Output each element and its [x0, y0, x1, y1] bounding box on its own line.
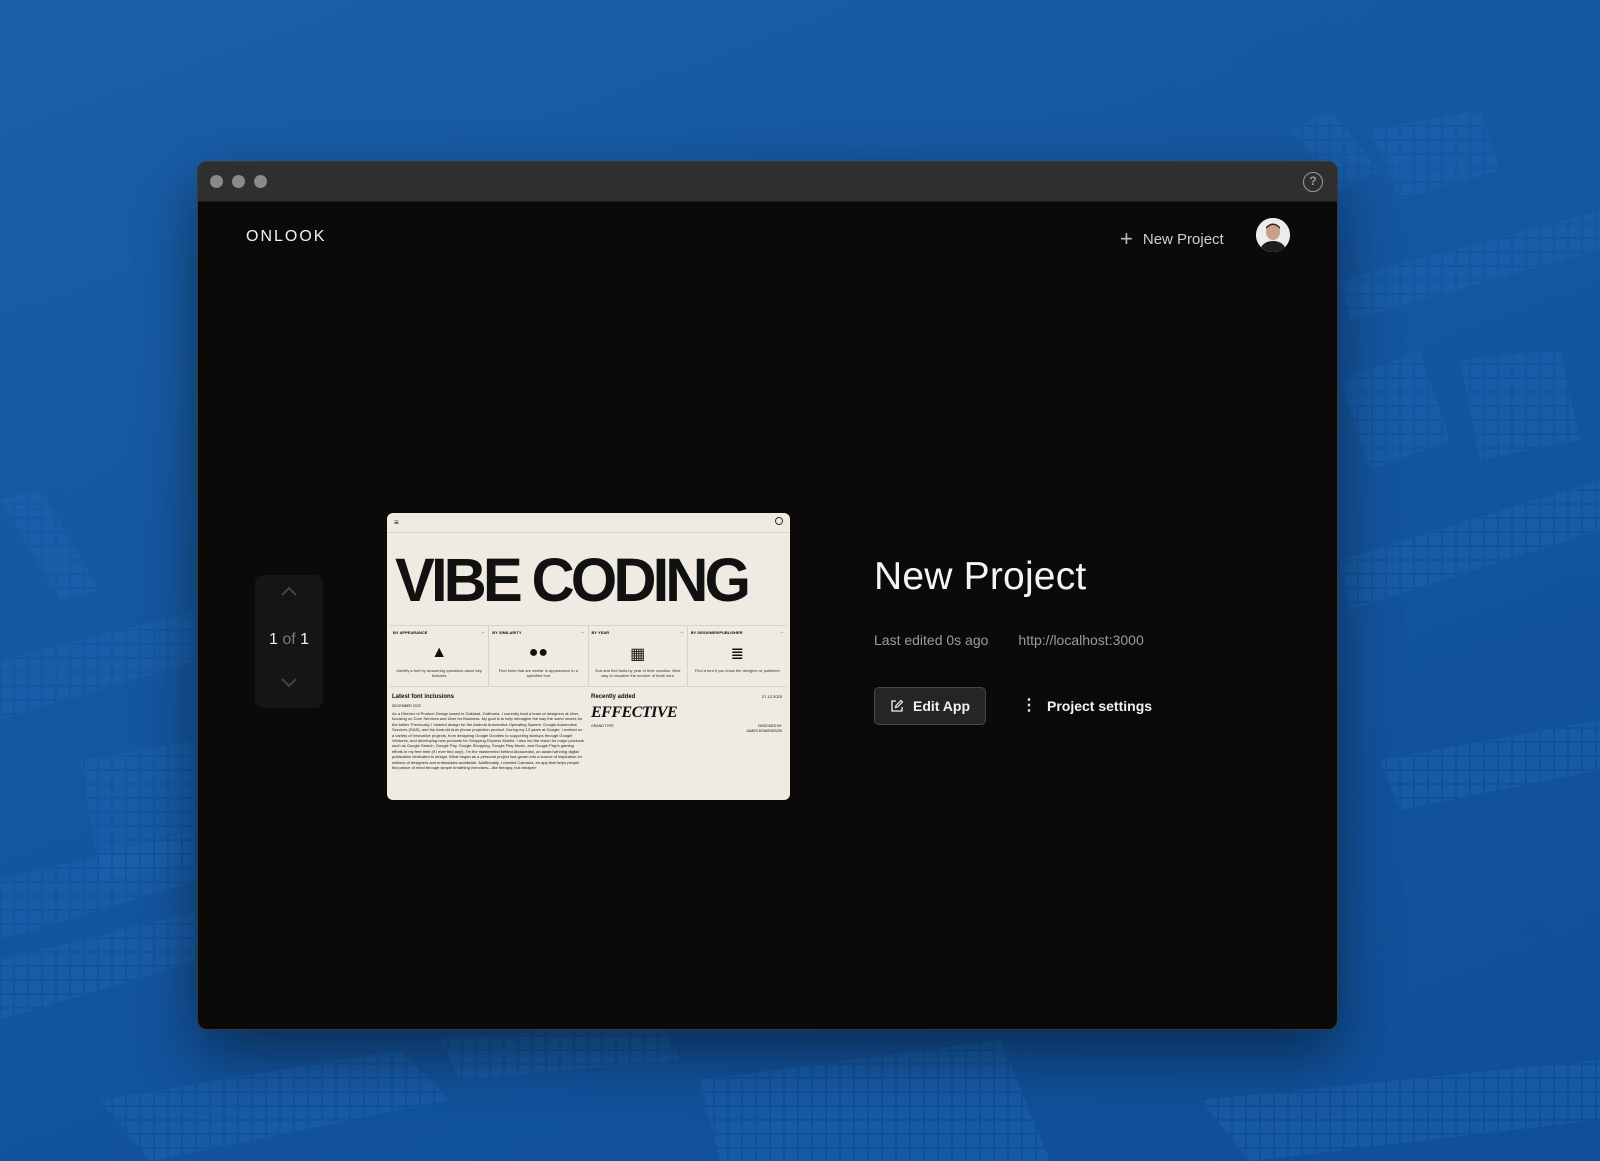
project-settings-button[interactable]: ⋮ Project settings: [1021, 687, 1152, 725]
text-lines-icon: ≣: [730, 646, 745, 663]
grid-icon: ▦: [630, 646, 646, 663]
search-icon: [775, 517, 783, 525]
last-edited-text: Last edited 0s ago: [874, 632, 989, 648]
project-preview-thumbnail[interactable]: ≡ VIBE CODING BY APPEARANCE → ▲ Identify…: [387, 513, 790, 800]
arrow-right-icon: →: [480, 629, 486, 635]
arrow-right-icon: →: [779, 629, 784, 635]
triangle-icon: ▲: [431, 644, 448, 661]
recent-font-sample: EFFECTIVE: [591, 704, 678, 721]
category-card: BY APPEARANCE → ▲ Identify a font by ans…: [390, 626, 490, 686]
title-bar: ?: [198, 162, 1337, 202]
edit-icon: [891, 699, 904, 712]
app-window: ? ONLOOK + New Project 1 of 1 ≡ VIBE COD…: [197, 161, 1338, 1030]
latest-title: Latest font inclusions: [392, 694, 455, 700]
preview-latest-section: Latest font inclusions DECEMBER 2023 As …: [392, 694, 585, 770]
preview-topbar: ≡: [387, 513, 790, 533]
page-total: 1: [300, 631, 310, 648]
category-label: BY SIMILARITY: [492, 630, 522, 635]
category-desc: Identify a font by answering questions a…: [396, 668, 482, 679]
new-project-label: New Project: [1142, 230, 1224, 248]
window-controls: [210, 175, 267, 188]
user-avatar[interactable]: [1256, 218, 1290, 252]
help-icon[interactable]: ?: [1303, 172, 1323, 192]
new-project-button[interactable]: + New Project: [1120, 224, 1224, 254]
circles-icon: ●●: [528, 644, 549, 661]
minimize-window-button[interactable]: [232, 175, 245, 188]
category-card: BY SIMILARITY → ●● Find fonts that are s…: [489, 626, 589, 686]
maximize-window-button[interactable]: [254, 175, 267, 188]
category-card: BY DESIGNER/PUBLISHER → ≣ Find a font if…: [688, 626, 787, 686]
category-label: BY DESIGNER/PUBLISHER: [690, 630, 743, 635]
plus-icon: +: [1120, 226, 1133, 251]
designer-name: JAMES EDMONDSON: [746, 728, 782, 733]
chevron-up-icon[interactable]: [278, 581, 300, 603]
recent-date: 27.12.2023: [761, 694, 782, 699]
project-settings-label: Project settings: [1047, 698, 1153, 714]
preview-categories: BY APPEARANCE → ▲ Identify a font by ans…: [390, 625, 787, 687]
category-label: BY YEAR: [591, 630, 610, 635]
project-pager: 1 of 1: [255, 575, 323, 708]
edit-app-button[interactable]: Edit App: [874, 687, 986, 725]
menu-icon: ≡: [394, 518, 399, 527]
recent-title: Recently added: [591, 694, 636, 700]
more-vertical-icon: ⋮: [1021, 697, 1037, 714]
category-label: BY APPEARANCE: [393, 630, 428, 635]
arrow-right-icon: →: [579, 629, 585, 635]
onlook-logo: ONLOOK: [246, 228, 327, 245]
chevron-down-icon[interactable]: [278, 671, 300, 693]
latest-body: As a Director of Product Design based in…: [392, 711, 584, 770]
project-title: New Project: [874, 555, 1087, 598]
close-window-button[interactable]: [210, 175, 223, 188]
category-desc: Sort and find fonts by year of their cre…: [594, 668, 681, 679]
page-of-label: of: [282, 631, 296, 648]
page-counter: 1 of 1: [255, 631, 323, 649]
edit-app-label: Edit App: [912, 698, 971, 714]
category-card: BY YEAR → ▦ Sort and find fonts by year …: [589, 626, 688, 686]
arrow-right-icon: →: [678, 629, 684, 635]
project-meta: Last edited 0s ago http://localhost:3000: [874, 632, 1144, 648]
latest-date: DECEMBER 2023: [392, 704, 421, 708]
page-current: 1: [268, 631, 278, 648]
preview-recent-section: Recently added 27.12.2023 EFFECTIVE GRAN…: [591, 694, 784, 733]
avatar-image: [1256, 218, 1290, 252]
preview-headline: VIBE CODING: [395, 546, 751, 614]
category-desc: Find fonts that are similar in appearanc…: [498, 668, 578, 679]
project-url[interactable]: http://localhost:3000: [1018, 632, 1143, 648]
category-desc: Find a font if you know the designer or …: [694, 668, 780, 673]
recent-designer: DESIGNED BY JAMES EDMONDSON: [746, 724, 782, 733]
